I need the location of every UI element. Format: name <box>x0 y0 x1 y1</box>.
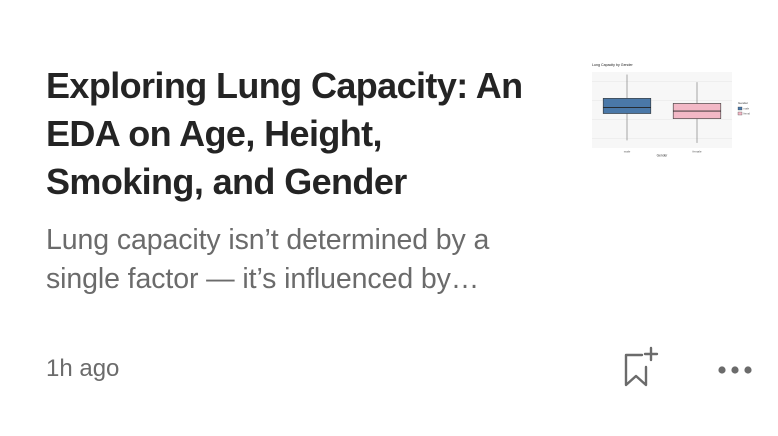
legend-label: male <box>744 107 750 111</box>
more-options-button[interactable] <box>712 354 758 386</box>
x-axis-label: Gender <box>657 154 669 158</box>
legend-title: Gender <box>738 101 748 105</box>
x-tick-label: female <box>692 150 701 154</box>
legend-label: female <box>744 112 751 116</box>
bookmark-button[interactable] <box>618 345 662 391</box>
legend-swatch <box>737 106 743 111</box>
box-male <box>602 98 652 114</box>
publish-time: 1h ago <box>46 355 120 382</box>
chart-title: Lung Capacity by Gender <box>592 63 634 67</box>
thumbnail-chart: male femaleLung Capacity by GenderGenderG… <box>592 63 752 158</box>
more-horizontal-icon <box>718 366 752 374</box>
article-thumbnail[interactable]: male female Lung Capacity by Gender Gender G… <box>586 60 752 160</box>
article-subtitle[interactable]: Lung capacity isn’t determined by a sing… <box>46 221 546 299</box>
x-tick-label: male <box>624 150 631 154</box>
article-title[interactable]: Exploring Lung Capacity: An EDA on Age, … <box>46 62 546 206</box>
bookmark-add-icon <box>624 346 659 387</box>
legend-swatch <box>737 111 743 116</box>
article-card: Exploring Lung Capacity: An EDA on Age, … <box>0 0 778 436</box>
